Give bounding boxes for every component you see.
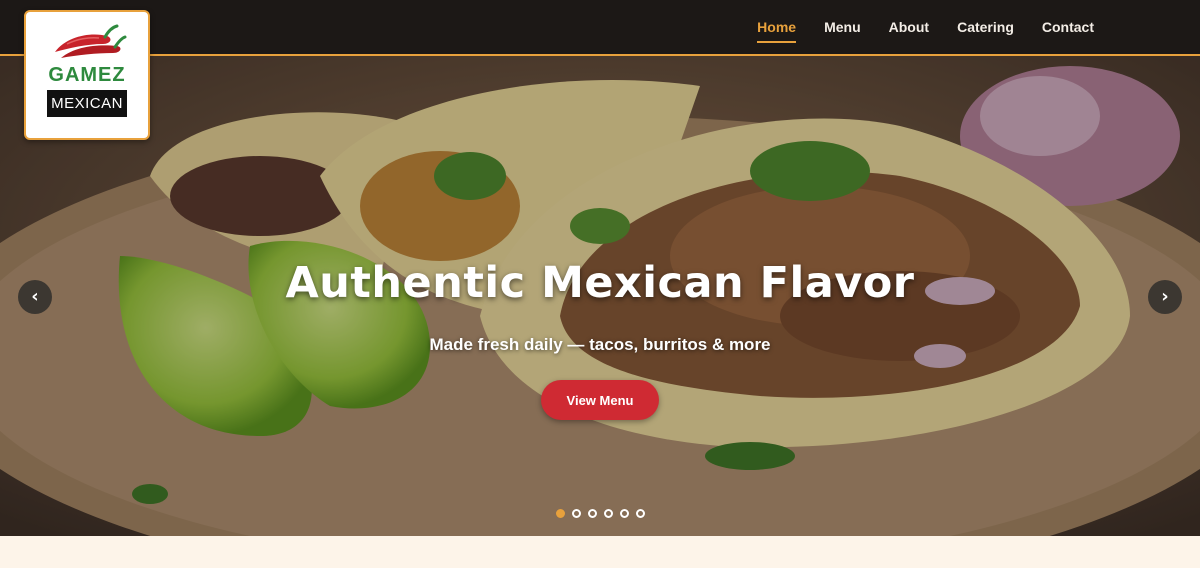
- slider-next-button[interactable]: ›: [1148, 280, 1182, 314]
- hero-slider: Authentic Mexican Flavor Made fresh dail…: [0, 56, 1200, 536]
- nav-home[interactable]: Home: [757, 13, 796, 43]
- site-logo[interactable]: GAMEZ MEXICAN: [24, 10, 150, 140]
- slider-dot-2[interactable]: [572, 509, 581, 518]
- slider-dot-4[interactable]: [604, 509, 613, 518]
- slider-prev-button[interactable]: ‹: [18, 280, 52, 314]
- chevron-left-icon: ‹: [31, 286, 39, 307]
- slider-dot-1[interactable]: [556, 509, 565, 518]
- slider-dot-5[interactable]: [620, 509, 629, 518]
- logo-tagline: MEXICAN: [47, 90, 127, 117]
- main-nav: Home Menu About Catering Contact: [757, 0, 1094, 54]
- hero-subtitle: Made fresh daily — tacos, burritos & mor…: [429, 335, 771, 354]
- view-menu-button[interactable]: View Menu: [541, 380, 659, 420]
- top-navbar: Home Menu About Catering Contact: [0, 0, 1200, 56]
- slider-dot-6[interactable]: [636, 509, 645, 518]
- slider-dot-3[interactable]: [588, 509, 597, 518]
- nav-contact[interactable]: Contact: [1042, 13, 1094, 41]
- nav-menu[interactable]: Menu: [824, 13, 861, 41]
- nav-catering[interactable]: Catering: [957, 13, 1014, 41]
- slider-pagination: [556, 509, 645, 518]
- logo-wordmark: GAMEZ: [48, 64, 126, 86]
- chevron-right-icon: ›: [1161, 286, 1169, 307]
- hero-title: Authentic Mexican Flavor: [285, 258, 915, 308]
- content-section-start: [0, 536, 1200, 568]
- nav-about[interactable]: About: [889, 13, 929, 41]
- chili-peppers-icon: [55, 24, 127, 58]
